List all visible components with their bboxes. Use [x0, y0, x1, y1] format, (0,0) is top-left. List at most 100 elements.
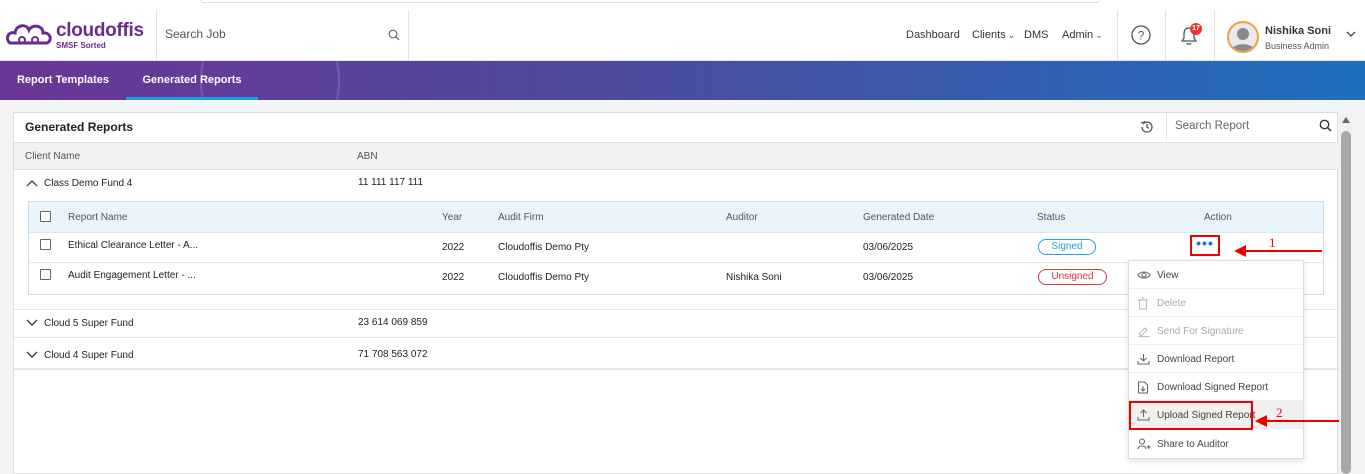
user-avatar-icon: [1231, 28, 1255, 51]
client-abn: 11 111 117 111: [358, 177, 424, 188]
client-name: Cloud 4 Super Fund: [44, 350, 134, 361]
vertical-scrollbar[interactable]: [1339, 113, 1353, 474]
chevron-down-icon: ⌄: [1007, 30, 1016, 40]
panel-title: Generated Reports: [25, 120, 134, 134]
select-all-checkbox[interactable]: [40, 211, 51, 222]
row-actions-button[interactable]: •••: [1190, 235, 1220, 256]
file-download-icon: [1137, 381, 1149, 394]
header-divider: [408, 10, 409, 60]
column-report-name: Report Name: [68, 212, 128, 223]
menu-item-send-for-signature[interactable]: Send For Signature: [1129, 317, 1303, 345]
report-audit-firm: Cloudoffis Demo Pty: [498, 242, 589, 253]
search-report-input[interactable]: [1175, 120, 1305, 132]
search-job-input[interactable]: [165, 27, 365, 41]
menu-item-label: Delete: [1157, 298, 1186, 309]
report-generated-date: 03/06/2025: [863, 242, 914, 253]
client-abn: 71 708 563 072: [358, 349, 428, 360]
brand-logo[interactable]: cloudoffis SMSF Sorted: [6, 18, 154, 52]
trash-icon: [1138, 297, 1148, 310]
header-divider: [1214, 10, 1215, 60]
brand-name: cloudoffis: [56, 20, 144, 41]
nav-dms[interactable]: DMS: [1024, 29, 1048, 41]
client-name: Cloud 5 Super Fund: [44, 318, 134, 329]
cloud-logo-icon: [6, 24, 52, 45]
column-client-name: Client Name: [25, 151, 81, 162]
menu-item-delete[interactable]: Delete: [1129, 289, 1303, 317]
nav-dashboard[interactable]: Dashboard: [906, 29, 960, 41]
menu-item-view[interactable]: View: [1129, 261, 1303, 289]
row-checkbox[interactable]: [40, 269, 51, 280]
brand-tagline: SMSF Sorted: [56, 41, 106, 50]
svg-text:?: ?: [1138, 29, 1145, 43]
row-action-menu: View Delete Send For Signature Download …: [1128, 260, 1304, 459]
column-abn: ABN: [357, 151, 378, 162]
nav-admin-label: Admin: [1062, 29, 1094, 41]
nav-clients-label: Clients: [972, 29, 1006, 41]
history-icon[interactable]: [1139, 119, 1155, 135]
column-auditor: Auditor: [726, 212, 758, 223]
eye-icon: [1137, 271, 1151, 279]
user-role: Business Admin: [1265, 41, 1330, 51]
row-checkbox[interactable]: [40, 239, 51, 250]
chevron-down-icon[interactable]: [26, 350, 38, 360]
scrollbar-thumb[interactable]: [1341, 131, 1351, 474]
tab-generated-reports[interactable]: Generated Reports: [126, 61, 258, 100]
report-year: 2022: [442, 242, 465, 253]
status-badge: Signed: [1038, 239, 1096, 255]
menu-item-label: Upload Signed Report: [1157, 410, 1256, 421]
report-search: [1166, 113, 1339, 140]
annotation-arrow-icon: [1255, 415, 1339, 427]
menu-item-label: View: [1157, 270, 1179, 281]
menu-item-label: Download Report: [1157, 354, 1235, 365]
nav-clients[interactable]: Clients ⌄: [972, 29, 1015, 41]
notification-badge: 17: [1190, 23, 1202, 35]
column-status: Status: [1037, 212, 1066, 223]
search-icon[interactable]: [388, 29, 400, 41]
menu-item-label: Share to Auditor: [1157, 439, 1229, 450]
report-generated-date: 03/06/2025: [863, 272, 914, 283]
avatar[interactable]: [1227, 21, 1259, 53]
header-divider: [1117, 10, 1118, 60]
browser-edge: [200, 0, 1100, 3]
column-action: Action: [1204, 212, 1232, 223]
menu-item-label: Send For Signature: [1157, 326, 1244, 337]
column-audit-firm: Audit Firm: [498, 212, 544, 223]
column-generated-date: Generated Date: [863, 212, 935, 223]
report-audit-firm: Cloudoffis Demo Pty: [498, 272, 589, 283]
search-icon[interactable]: [1319, 119, 1332, 132]
table-row[interactable]: Ethical Clearance Letter - A... 2022 Clo…: [29, 233, 1323, 263]
menu-item-share-to-auditor[interactable]: Share to Auditor: [1129, 430, 1303, 458]
client-abn: 23 614 069 859: [358, 317, 428, 328]
tab-report-templates[interactable]: Report Templates: [0, 61, 126, 100]
report-name[interactable]: Ethical Clearance Letter - A...: [68, 240, 198, 251]
upload-icon: [1137, 409, 1150, 421]
chevron-down-icon[interactable]: [26, 318, 38, 328]
chevron-up-icon[interactable]: [26, 178, 38, 188]
annotation-arrow-icon: [1234, 245, 1322, 257]
app-header: cloudoffis SMSF Sorted Dashboard Clients…: [0, 0, 1365, 61]
client-group-row[interactable]: Class Demo Fund 4 11 111 117 111: [14, 170, 1339, 198]
menu-item-download-signed-report[interactable]: Download Signed Report: [1129, 373, 1303, 401]
report-auditor: Nishika Soni: [726, 272, 782, 283]
status-badge: Unsigned: [1038, 269, 1107, 285]
reports-table-header: Report Name Year Audit Firm Auditor Gene…: [29, 202, 1323, 233]
menu-item-label: Download Signed Report: [1157, 382, 1269, 393]
report-name[interactable]: Audit Engagement Letter - ...: [68, 270, 196, 281]
signature-icon: [1138, 327, 1150, 337]
client-name: Class Demo Fund 4: [44, 178, 133, 189]
user-name: Nishika Soni: [1265, 25, 1332, 37]
chevron-down-icon[interactable]: [1346, 30, 1356, 38]
column-year: Year: [442, 212, 463, 223]
menu-item-download-report[interactable]: Download Report: [1129, 345, 1303, 373]
more-horizontal-icon: •••: [1196, 235, 1214, 251]
chevron-down-icon: ⌄: [1095, 30, 1103, 40]
job-search: [157, 10, 407, 60]
report-year: 2022: [442, 272, 465, 283]
download-icon: [1137, 354, 1150, 365]
share-user-icon: [1137, 438, 1151, 450]
help-icon[interactable]: ?: [1131, 25, 1151, 45]
tab-bar: Report Templates Generated Reports: [0, 61, 1365, 100]
nav-admin[interactable]: Admin ⌄: [1062, 29, 1103, 41]
scroll-up-arrow-icon[interactable]: [1342, 117, 1350, 123]
client-table-header: Client Name ABN: [14, 142, 1339, 170]
